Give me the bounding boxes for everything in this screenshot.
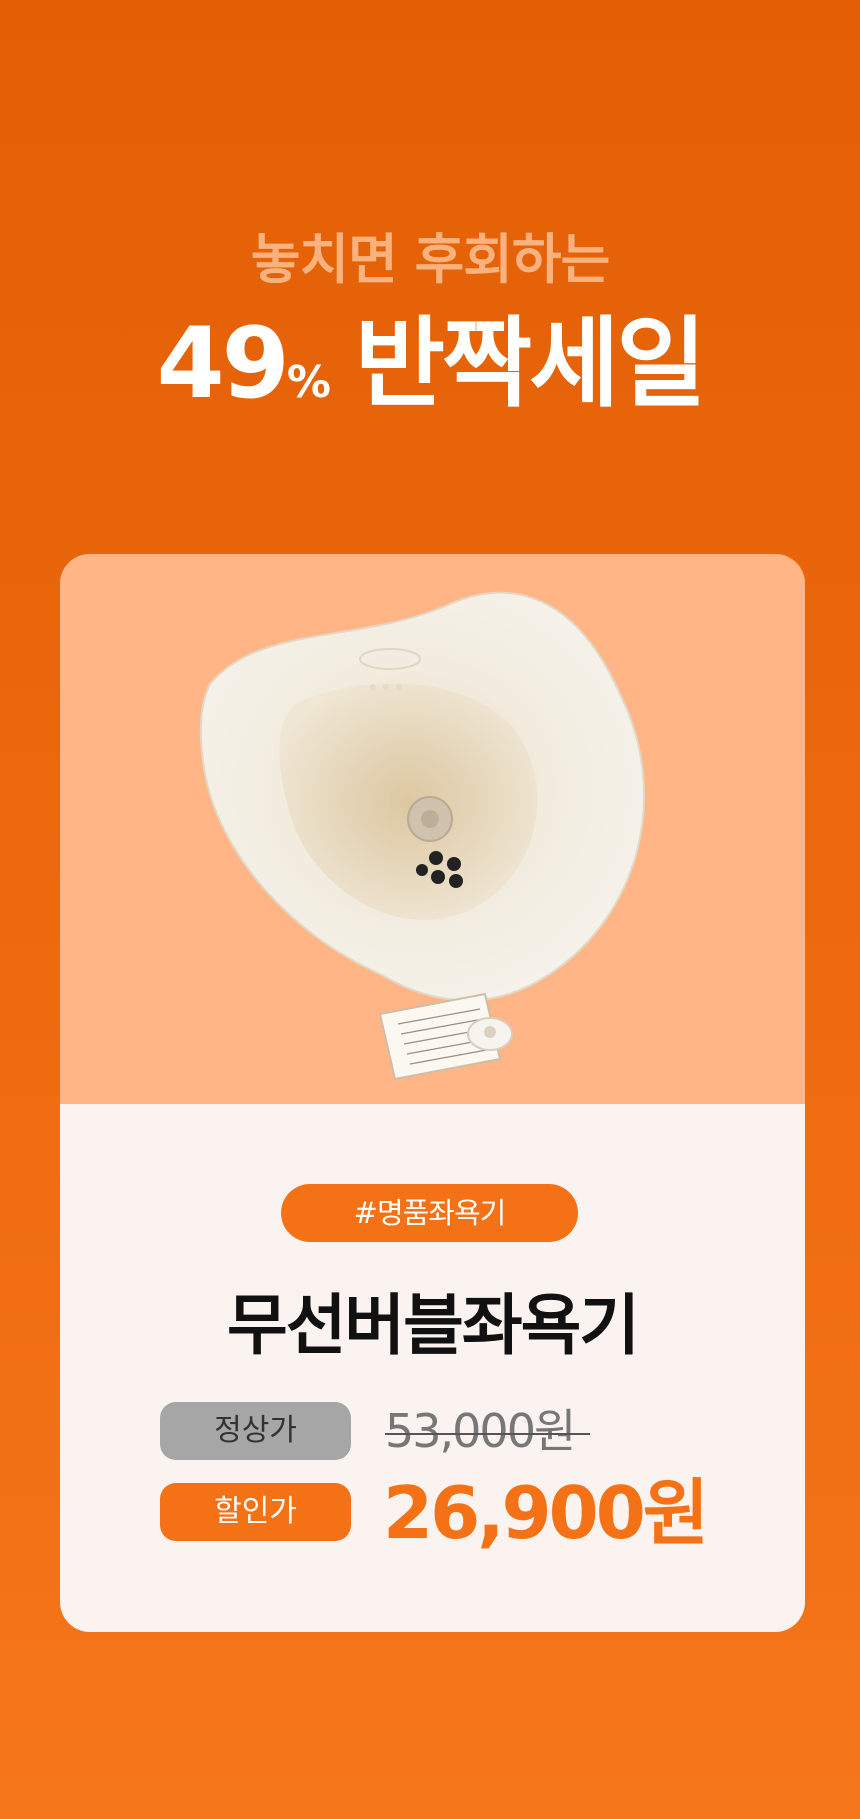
product-image <box>60 554 805 1104</box>
regular-price-label: 정상가 <box>160 1402 351 1460</box>
discount-price-label: 할인가 <box>160 1483 351 1541</box>
headline-title: 49% 반짝세일 <box>0 315 860 413</box>
discount-price: 26,900원 <box>383 1471 709 1555</box>
sitz-bath-basin-icon <box>199 591 646 1081</box>
percent-sign: % <box>286 357 331 408</box>
regular-price-value: 53,000원 <box>385 1404 576 1458</box>
headline-subtitle: 놓치면 후회하는 <box>250 228 611 291</box>
discount-percent-number: 49 <box>156 307 289 421</box>
product-card[interactable]: #명품좌욕기 무선버블좌욕기 정상가 53,000원 할인가 26,900원 <box>60 554 805 1632</box>
sale-text: 반짝세일 <box>354 307 707 421</box>
product-tag-badge: #명품좌욕기 <box>281 1184 578 1242</box>
strikethrough-line <box>385 1433 591 1435</box>
regular-price: 53,000원 <box>385 1402 591 1460</box>
product-name: 무선버블좌욕기 <box>226 1287 640 1364</box>
